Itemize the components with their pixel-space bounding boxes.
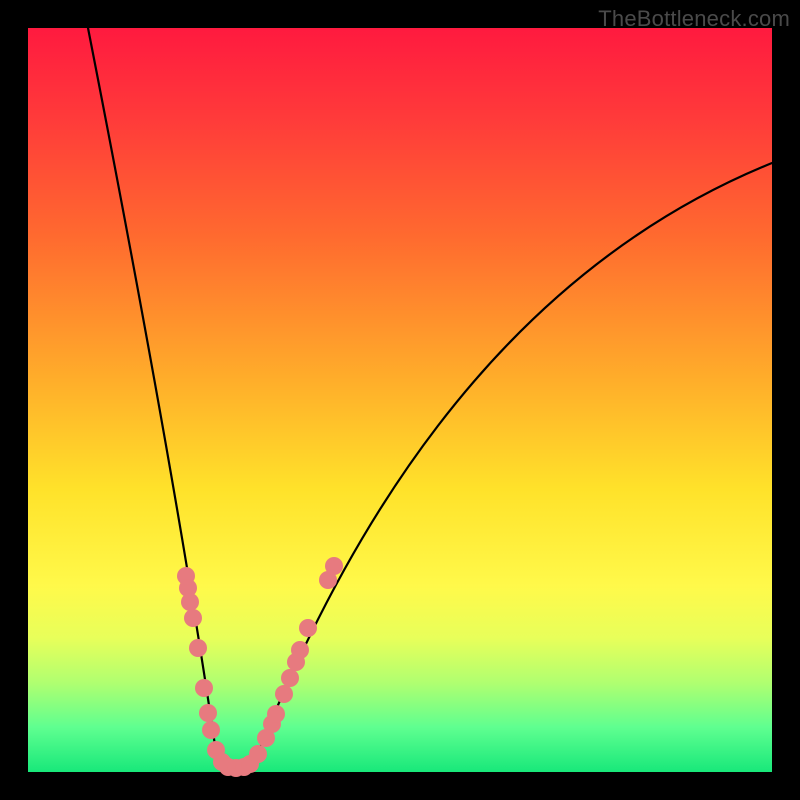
marker-dot — [325, 557, 343, 575]
marker-dot — [299, 619, 317, 637]
marker-dot — [249, 745, 267, 763]
chart-frame: TheBottleneck.com — [0, 0, 800, 800]
marker-layer — [177, 557, 343, 777]
marker-dot — [181, 593, 199, 611]
marker-dot — [202, 721, 220, 739]
marker-dot — [195, 679, 213, 697]
curve-layer — [28, 28, 772, 772]
watermark-text: TheBottleneck.com — [598, 6, 790, 32]
marker-dot — [291, 641, 309, 659]
marker-dot — [199, 704, 217, 722]
marker-dot — [184, 609, 202, 627]
marker-dot — [267, 705, 285, 723]
marker-dot — [281, 669, 299, 687]
marker-dot — [189, 639, 207, 657]
plot-area — [28, 28, 772, 772]
marker-dot — [275, 685, 293, 703]
bottleneck-curve — [88, 28, 772, 769]
